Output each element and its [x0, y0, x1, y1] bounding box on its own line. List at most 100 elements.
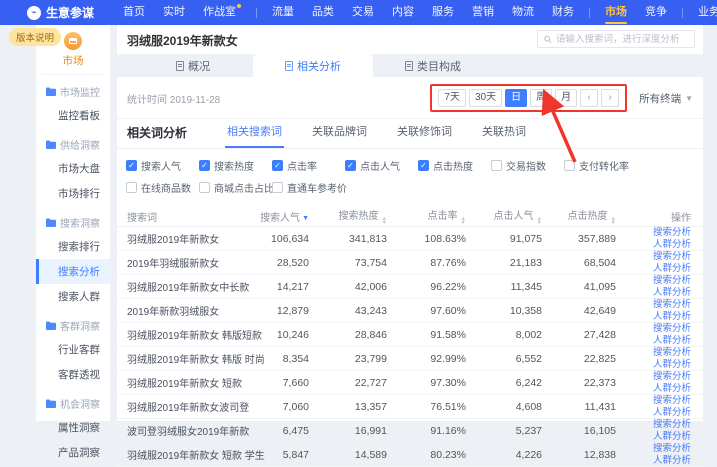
sidebar-group-市场监控[interactable]: 市场监控 — [36, 75, 110, 103]
checkbox-unchecked[interactable] — [272, 182, 283, 193]
table-row: 羽绒服2019年新款女106,634341,813108.63%91,07535… — [117, 227, 703, 251]
checkbox-checked[interactable]: ✓ — [345, 160, 356, 171]
crowd-analysis-link[interactable]: 人群分析 — [653, 263, 691, 274]
date-button-日[interactable]: 日 — [505, 89, 527, 107]
checkbox-unchecked[interactable] — [126, 182, 137, 193]
column-header-搜索人气[interactable]: 搜索人气▼ — [243, 209, 309, 224]
crowd-analysis-link[interactable]: 人群分析 — [653, 431, 691, 442]
nav-item-流量[interactable]: 流量 — [263, 0, 303, 25]
nav-item-竞争[interactable]: 竞争 — [636, 0, 676, 25]
next-page-button[interactable]: › — [601, 89, 619, 107]
sidebar-item-行业客群[interactable]: 行业客群 — [36, 337, 110, 362]
checkbox-checked[interactable]: ✓ — [126, 160, 137, 171]
metric-直通车参考价[interactable]: 直通车参考价 — [272, 180, 345, 195]
crowd-analysis-link[interactable]: 人群分析 — [653, 359, 691, 370]
sidebar-item-产品洞察[interactable]: 产品洞察 — [36, 440, 110, 465]
nav-item-服务[interactable]: 服务 — [423, 0, 463, 25]
subtab-关联热词[interactable]: 关联热词 — [480, 123, 528, 148]
sidebar-item-搜索排行[interactable]: 搜索排行 — [36, 234, 110, 259]
nav-item-首页[interactable]: 首页 — [114, 0, 154, 25]
checkbox-unchecked[interactable] — [199, 182, 210, 193]
search-analysis-link[interactable]: 搜索分析 — [653, 227, 691, 238]
checkbox-checked[interactable]: ✓ — [418, 160, 429, 171]
nav-item-交易[interactable]: 交易 — [343, 0, 383, 25]
subtab-相关搜索词[interactable]: 相关搜索词 — [225, 123, 284, 148]
metric-点击率[interactable]: ✓点击率 — [272, 158, 345, 173]
column-header-搜索热度[interactable]: 搜索热度▲▼ — [309, 207, 387, 225]
search-analysis-link[interactable]: 搜索分析 — [653, 251, 691, 262]
column-header-点击人气[interactable]: 点击人气▲▼ — [466, 207, 542, 225]
sidebar-item-客群透视[interactable]: 客群透视 — [36, 362, 110, 387]
sidebar-item-搜索人群[interactable]: 搜索人群 — [36, 284, 110, 309]
sidebar-item-搜索分析[interactable]: 搜索分析 — [36, 259, 110, 284]
metric-label: 搜索人气 — [141, 158, 181, 173]
sidebar-group-客群洞察[interactable]: 客群洞察 — [36, 309, 110, 337]
search-analysis-link[interactable]: 搜索分析 — [653, 443, 691, 454]
search-analysis-link[interactable]: 搜索分析 — [653, 395, 691, 406]
sidebar-item-监控看板[interactable]: 监控看板 — [36, 103, 110, 128]
sidebar-item-市场排行[interactable]: 市场排行 — [36, 181, 110, 206]
metric-搜索热度[interactable]: ✓搜索热度 — [199, 158, 272, 173]
sidebar-item-属性洞察[interactable]: 属性洞察 — [36, 415, 110, 440]
checkbox-unchecked[interactable] — [564, 160, 575, 171]
metric-label: 直通车参考价 — [287, 180, 347, 195]
app-logo[interactable]: ⌁ 生意参谋 — [27, 4, 94, 21]
crowd-analysis-link[interactable]: 人群分析 — [653, 239, 691, 250]
table-body: 羽绒服2019年新款女106,634341,813108.63%91,07535… — [117, 227, 703, 467]
search-analysis-link[interactable]: 搜索分析 — [653, 347, 691, 358]
crowd-analysis-link[interactable]: 人群分析 — [653, 311, 691, 322]
metric-点击人气[interactable]: ✓点击人气 — [345, 158, 418, 173]
terminal-filter-dropdown[interactable]: 所有终端 ▼ — [639, 91, 693, 106]
sidebar-group-搜索洞察[interactable]: 搜索洞察 — [36, 206, 110, 234]
column-header-点击率[interactable]: 点击率▲▼ — [387, 207, 466, 225]
search-analysis-link[interactable]: 搜索分析 — [653, 323, 691, 334]
metric-checkboxes: ✓ 搜索人气 ✓搜索热度✓点击率✓点击人气✓点击热度交易指数支付转化率 在线商品数商… — [117, 149, 703, 206]
crowd-analysis-link[interactable]: 人群分析 — [653, 335, 691, 346]
sidebar-group-机会洞察[interactable]: 机会洞察 — [36, 387, 110, 415]
search-analysis-link[interactable]: 搜索分析 — [653, 299, 691, 310]
prev-page-button[interactable]: ‹ — [580, 89, 598, 107]
sidebar-item-市场大盘[interactable]: 市场大盘 — [36, 156, 110, 181]
metric-在线商品数[interactable]: 在线商品数 — [126, 180, 199, 195]
search-analysis-link[interactable]: 搜索分析 — [653, 275, 691, 286]
metric-搜索人气[interactable]: ✓ 搜索人气 — [126, 158, 199, 173]
sidebar-group-供给洞察[interactable]: 供给洞察 — [36, 128, 110, 156]
version-badge[interactable]: 版本说明 — [9, 28, 61, 46]
crowd-analysis-link[interactable]: 人群分析 — [653, 287, 691, 298]
nav-item-内容[interactable]: 内容 — [383, 0, 423, 25]
sort-desc-icon[interactable]: ▼ — [302, 215, 309, 222]
metric-商城点击占比[interactable]: 商城点击占比 — [199, 180, 272, 195]
nav-item-品类[interactable]: 品类 — [303, 0, 343, 25]
crowd-analysis-link[interactable]: 人群分析 — [653, 407, 691, 418]
column-header-点击热度[interactable]: 点击热度▲▼ — [542, 207, 616, 225]
metric-支付转化率[interactable]: 支付转化率 — [564, 158, 637, 173]
tab-类目构成[interactable]: 类目构成 — [373, 54, 493, 77]
nav-item-营销[interactable]: 营销 — [463, 0, 503, 25]
date-button-月[interactable]: 月 — [555, 89, 577, 107]
table-header: 搜索词搜索人气▼搜索热度▲▼点击率▲▼点击人气▲▼点击热度▲▼操作 — [117, 206, 703, 227]
date-button-周[interactable]: 周 — [530, 89, 552, 107]
search-analysis-link[interactable]: 搜索分析 — [653, 371, 691, 382]
nav-item-财务[interactable]: 财务 — [543, 0, 583, 25]
checkbox-unchecked[interactable] — [491, 160, 502, 171]
tab-概况[interactable]: 概况 — [133, 54, 253, 77]
nav-item-业务专区[interactable]: 业务专区 — [689, 0, 717, 25]
crowd-analysis-link[interactable]: 人群分析 — [653, 383, 691, 394]
subtab-关联修饰词[interactable]: 关联修饰词 — [395, 123, 454, 148]
crowd-analysis-link[interactable]: 人群分析 — [653, 455, 691, 466]
date-button-30天[interactable]: 30天 — [469, 89, 502, 107]
checkbox-checked[interactable]: ✓ — [199, 160, 210, 171]
value-cell: 28,846 — [309, 329, 387, 341]
search-input[interactable] — [556, 34, 688, 45]
date-button-7天[interactable]: 7天 — [438, 89, 466, 107]
tab-相关分析[interactable]: 相关分析 — [253, 54, 373, 77]
metric-点击热度[interactable]: ✓点击热度 — [418, 158, 491, 173]
subtab-关联品牌词[interactable]: 关联品牌词 — [310, 123, 369, 148]
nav-item-市场[interactable]: 市场 — [596, 0, 636, 25]
metric-交易指数[interactable]: 交易指数 — [491, 158, 564, 173]
keyword-search-box[interactable] — [537, 30, 695, 48]
nav-item-作战室[interactable]: 作战室 — [194, 0, 250, 25]
nav-item-实时[interactable]: 实时 — [154, 0, 194, 25]
nav-item-物流[interactable]: 物流 — [503, 0, 543, 25]
checkbox-checked[interactable]: ✓ — [272, 160, 283, 171]
